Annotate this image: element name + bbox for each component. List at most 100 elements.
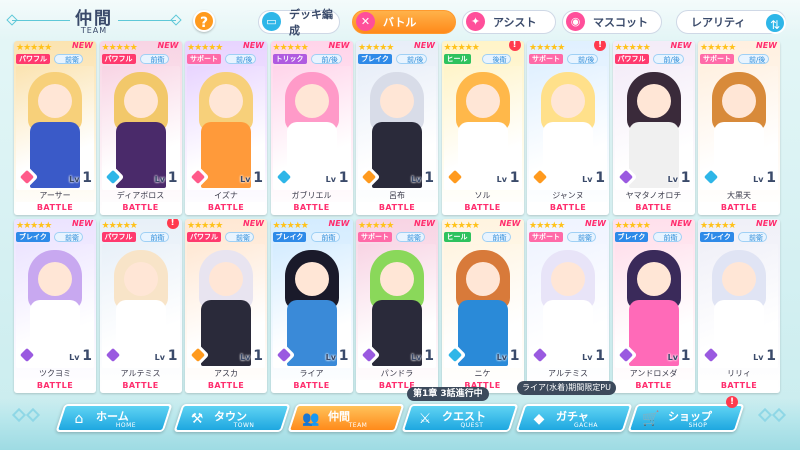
position-badge: 前衛: [54, 54, 83, 64]
assist-icon: ✦: [466, 12, 485, 31]
tab-deck[interactable]: ▭ デッキ編成: [258, 8, 340, 37]
role-badge: パワフル: [187, 232, 221, 242]
character-card[interactable]: ★★★★★ NEW サポート 前衛 Lv 1 パンドラ BATTLE: [356, 219, 438, 393]
character-card[interactable]: ★★★★★! サポート 前/後 Lv 1 ジャンヌ BATTLE: [527, 41, 609, 215]
nav-sublabel: HOME: [115, 422, 137, 429]
position-badge: 前/後: [396, 54, 428, 64]
character-name: イズナ: [214, 191, 238, 200]
new-badge: NEW: [756, 41, 777, 50]
level-label: Lv 1: [582, 348, 605, 364]
card-footer-label: BATTLE: [529, 202, 607, 213]
character-card[interactable]: ★★★★★ NEW ブレイク 前/後 Lv 1 呂布 BATTLE: [356, 41, 438, 215]
character-card[interactable]: ★★★★★ NEW パワフル 前衛 Lv 1 アスカ BATTLE: [185, 219, 267, 393]
new-badge: NEW: [328, 219, 350, 228]
tab-battle[interactable]: ✕ バトル: [352, 10, 456, 34]
cart-icon: 🛒: [642, 411, 660, 427]
nav-sublabel: TOWN: [233, 422, 255, 429]
card-footer-label: BATTLE: [16, 380, 94, 391]
card-footer-label: BATTLE: [187, 380, 265, 391]
character-card[interactable]: ★★★★★ NEW パワフル 前衛 Lv 1 アーサー BATTLE: [14, 41, 96, 215]
nav-sublabel: TEAM: [348, 422, 368, 429]
tab-deck-label: デッキ編成: [289, 8, 333, 37]
character-name: ライア: [299, 369, 324, 378]
position-badge: 前/後: [738, 54, 770, 64]
nav-town-button[interactable]: ⚒ タウン TOWN: [173, 404, 291, 432]
rarity-stars: ★★★★★: [700, 221, 736, 231]
character-card[interactable]: ★★★★★NEWサポート前衛Lv 1アルテミスBATTLE: [527, 219, 609, 393]
new-badge: NEW: [499, 219, 521, 228]
new-badge: NEW: [72, 41, 93, 50]
position-badge: 前衛: [652, 232, 682, 242]
position-badge: 前衛: [139, 232, 169, 242]
quest-progress-note: 第1章 3話進行中: [407, 387, 489, 401]
level-label: Lv 1: [496, 170, 520, 186]
position-badge: 前/後: [225, 54, 257, 64]
role-badge: ブレイク: [700, 232, 734, 242]
alert-badge: !: [594, 41, 606, 51]
new-badge: NEW: [670, 41, 692, 50]
character-card[interactable]: ★★★★★ NEW ヒール 前衛 Lv 1 ニケ BATTLE: [441, 219, 524, 393]
level-label: Lv 1: [667, 348, 691, 364]
character-card[interactable]: ★★★★★ NEW トリック 前/後 Lv 1 ガブリエル BATTLE: [270, 41, 353, 215]
rarity-stars: ★★★★★: [272, 43, 309, 53]
role-badge: サポート: [358, 232, 392, 242]
card-footer-label: BATTLE: [700, 202, 778, 213]
mascot-icon: ◉: [566, 12, 585, 31]
alert-badge: !: [166, 219, 179, 229]
character-card[interactable]: ★★★★★ NEW ブレイク 前衛 Lv 1 リリィ BATTLE: [698, 219, 780, 393]
position-badge: 前/後: [567, 54, 599, 64]
level-label: Lv 1: [582, 170, 605, 186]
role-badge: パワフル: [614, 54, 649, 64]
new-badge: NEW: [72, 219, 93, 228]
level-label: Lv 1: [154, 170, 178, 186]
position-badge: 前/後: [652, 54, 684, 64]
character-card[interactable]: ★★★★★ NEW サポート 前/後 Lv 1 イズナ BATTLE: [185, 41, 267, 215]
card-footer-label: BATTLE: [272, 202, 351, 213]
nav-quest-button[interactable]: ⚔ クエスト QUEST: [401, 404, 519, 432]
level-label: Lv 1: [667, 170, 691, 186]
character-card[interactable]: ★★★★★ NEW ブレイク 前衛 Lv 1 ライア BATTLE: [270, 219, 353, 393]
new-badge: NEW: [243, 41, 264, 50]
rarity-stars: ★★★★★: [187, 221, 223, 231]
tab-assist[interactable]: ✦ アシスト: [462, 10, 556, 34]
page-subtitle: TEAM: [80, 26, 108, 35]
nav-gacha-button[interactable]: ◆ ガチャ GACHA: [515, 404, 633, 432]
level-label: Lv 1: [496, 348, 520, 364]
card-footer-label: BATTLE: [614, 380, 693, 391]
character-card[interactable]: ★★★★★ NEW ブレイク 前衛 Lv 1 ツクヨミ BATTLE: [14, 219, 96, 393]
nav-home-button[interactable]: ⌂ ホーム HOME: [55, 404, 173, 432]
character-card[interactable]: ★★★★★! パワフル 前衛 Lv 1 アルテミス BATTLE: [99, 219, 182, 393]
help-button[interactable]: ?: [193, 10, 215, 32]
role-badge: パワフル: [16, 54, 50, 64]
nav-team-button[interactable]: 👥 仲間 TEAM: [287, 404, 405, 432]
character-card[interactable]: ★★★★★ NEW パワフル 前/後 Lv 1 ヤマタノオロチ BATTLE: [612, 41, 695, 215]
nav-shop-button[interactable]: 🛒 ショップ SHOP: [627, 404, 745, 432]
new-badge: NEW: [670, 219, 692, 228]
position-badge: 前衛: [481, 232, 511, 242]
character-card[interactable]: ★★★★★! ヒール 後衛 Lv 1 ソル BATTLE: [441, 41, 524, 215]
character-card[interactable]: ★★★★★ NEW パワフル 前衛 Lv 1 ディアボロス BATTLE: [99, 41, 182, 215]
position-badge: 前衛: [225, 232, 254, 242]
role-badge: ブレイク: [358, 54, 392, 64]
character-card[interactable]: ★★★★★ NEW ブレイク 前衛 Lv 1 アンドロメダ BATTLE: [612, 219, 695, 393]
sort-icon[interactable]: ⇅: [764, 12, 786, 34]
new-badge: NEW: [414, 41, 435, 50]
rarity-stars: ★★★★★: [101, 221, 138, 231]
card-footer-label: BATTLE: [101, 202, 180, 213]
rarity-stars: ★★★★★: [272, 221, 309, 231]
character-name: ソル: [474, 191, 491, 200]
level-label: Lv 1: [154, 348, 178, 364]
role-badge: ブレイク: [16, 232, 50, 242]
character-name: アーサー: [39, 191, 71, 200]
level-label: Lv 1: [325, 170, 349, 186]
tab-assist-label: アシスト: [493, 16, 537, 29]
page-title-block: 仲間 TEAM: [6, 2, 182, 38]
role-badge: ヒール: [443, 54, 471, 64]
rarity-stars: ★★★★★: [443, 43, 480, 53]
position-badge: 前/後: [310, 54, 342, 64]
tab-mascot[interactable]: ◉ マスコット: [562, 10, 662, 34]
team-icon: 👥: [302, 411, 320, 427]
rarity-stars: ★★★★★: [614, 221, 651, 231]
character-card[interactable]: ★★★★★ NEW サポート 前/後 Lv 1 大黒天 BATTLE: [698, 41, 780, 215]
card-footer-label: BATTLE: [614, 202, 693, 213]
